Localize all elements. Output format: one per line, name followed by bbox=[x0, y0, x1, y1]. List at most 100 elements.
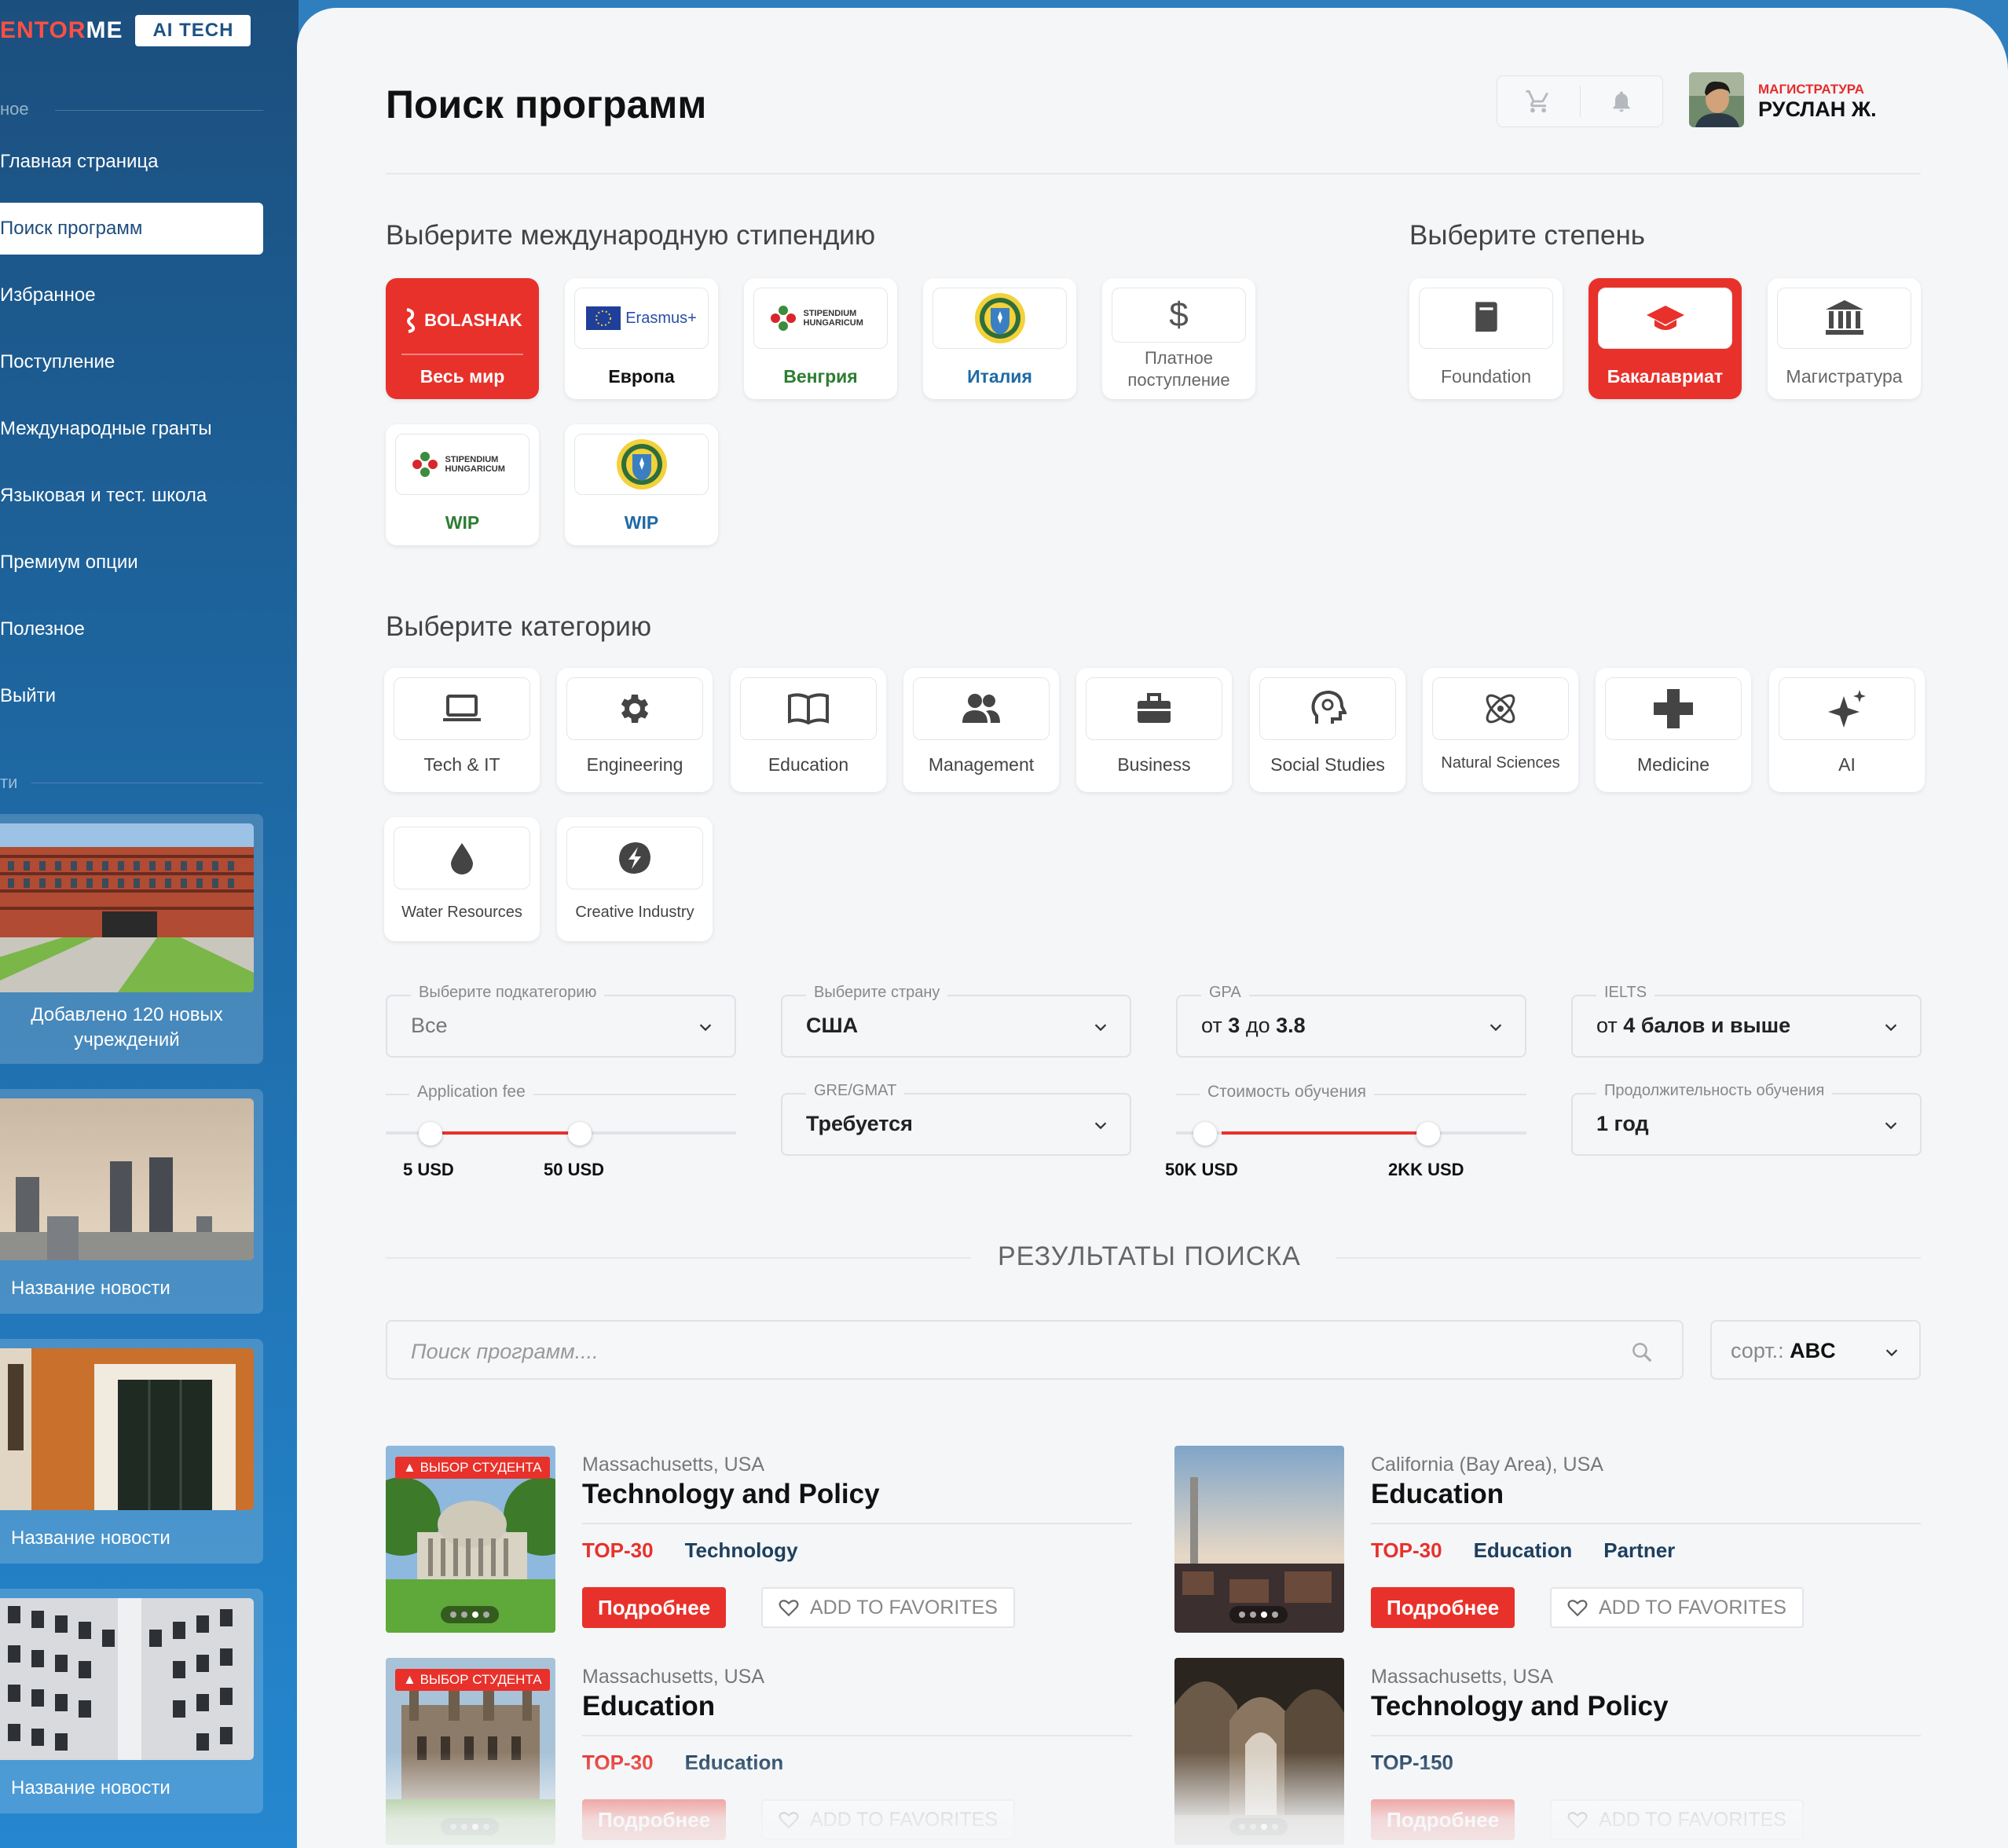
gpa-to-label: до bbox=[1240, 1014, 1277, 1037]
news-image bbox=[0, 1598, 254, 1760]
program-search-input[interactable] bbox=[411, 1336, 1589, 1367]
scholarship-wip-italy[interactable]: WIP bbox=[565, 424, 718, 545]
add-to-favorites-button[interactable]: ADD TO FAVORITES bbox=[761, 1587, 1015, 1628]
scholarship-wip-hungaricum[interactable]: STIPENDIUM HUNGARICUM WIP bbox=[386, 424, 539, 545]
scholarship-paid[interactable]: $ Платное поступление bbox=[1102, 278, 1255, 399]
user-name[interactable]: РУСЛАН Ж. bbox=[1758, 97, 1877, 122]
category-social-studies[interactable]: Social Studies bbox=[1250, 668, 1405, 792]
carousel-dots[interactable] bbox=[1229, 1606, 1288, 1623]
gpa-from-label: от bbox=[1201, 1014, 1229, 1037]
degree-bachelor[interactable]: Бакалавриат bbox=[1588, 278, 1742, 399]
degree-icon-box bbox=[1777, 288, 1911, 349]
sidebar-item-admission[interactable]: Поступление bbox=[0, 336, 263, 388]
range-thumb-max[interactable] bbox=[1416, 1122, 1440, 1146]
favorites-label: ADD TO FAVORITES bbox=[1599, 1597, 1786, 1619]
sidebar-item-grants[interactable]: Международные гранты bbox=[0, 403, 263, 455]
sidebar-item-logout[interactable]: Выйти bbox=[0, 670, 263, 722]
sidebar: ENTORME AI TECH ное Главная страница Пои… bbox=[0, 0, 299, 1848]
category-tech-it[interactable]: Tech & IT bbox=[384, 668, 540, 792]
gre-legend: GRE/GMAT bbox=[806, 1082, 905, 1100]
range-thumb-min[interactable] bbox=[419, 1122, 442, 1146]
scholarship-hungaricum[interactable]: STIPENDIUM HUNGARICUM Венгрия bbox=[744, 278, 897, 399]
add-to-favorites-button[interactable]: ADD TO FAVORITES bbox=[1550, 1587, 1804, 1628]
sort-prefix: сорт.: bbox=[1731, 1339, 1790, 1362]
ielts-score: 4 балов и выше bbox=[1623, 1014, 1791, 1037]
category-business[interactable]: Business bbox=[1076, 668, 1232, 792]
carousel-dots[interactable] bbox=[441, 1606, 499, 1623]
sidebar-item-useful[interactable]: Полезное bbox=[0, 603, 263, 655]
bolashak-logo-label: BOLASHAK bbox=[424, 310, 522, 330]
search-icon[interactable] bbox=[1630, 1340, 1654, 1364]
cart-button[interactable] bbox=[1497, 76, 1580, 126]
institution-icon bbox=[1825, 300, 1863, 335]
notifications-button[interactable] bbox=[1581, 76, 1663, 126]
sidebar-item-program-search[interactable]: Поиск программ bbox=[0, 203, 263, 255]
add-to-favorites-button[interactable]: ADD TO FAVORITES bbox=[1550, 1799, 1804, 1840]
result-image[interactable]: ▲ ВЫБОР СТУДЕНТА bbox=[386, 1446, 555, 1633]
news-card[interactable]: Название новости bbox=[0, 1339, 263, 1564]
news-card[interactable]: Название новости bbox=[0, 1089, 263, 1314]
degree-label: Бакалавриат bbox=[1607, 366, 1724, 387]
category-creative-industry[interactable]: Creative Industry bbox=[557, 817, 713, 941]
category-natural-sciences[interactable]: Natural Sciences bbox=[1423, 668, 1578, 792]
news-card[interactable]: Название новости bbox=[0, 1589, 263, 1813]
details-button[interactable]: Подробнее bbox=[582, 1799, 727, 1840]
range-thumb-max[interactable] bbox=[568, 1122, 592, 1146]
carousel-dots[interactable] bbox=[441, 1818, 499, 1835]
sidebar-item-favorites[interactable]: Избранное bbox=[0, 270, 263, 321]
category-engineering[interactable]: Engineering bbox=[557, 668, 713, 792]
category-ai[interactable]: AI bbox=[1769, 668, 1925, 792]
category-icon-box bbox=[1605, 677, 1742, 740]
category-medicine[interactable]: Medicine bbox=[1596, 668, 1751, 792]
book-icon bbox=[1475, 302, 1497, 332]
sidebar-item-language-school[interactable]: Языковая и тест. школа bbox=[0, 470, 263, 522]
app-fee-max-label: 50 USD bbox=[544, 1160, 605, 1179]
result-title[interactable]: Technology and Policy bbox=[1371, 1691, 1669, 1722]
scholarship-label: Венгрия bbox=[783, 366, 858, 387]
sidebar-item-home[interactable]: Главная страница bbox=[0, 136, 263, 188]
degree-foundation[interactable]: Foundation bbox=[1409, 278, 1563, 399]
news-card[interactable]: Добавлено 120 новых учреждений bbox=[0, 814, 263, 1064]
scholarship-erasmus[interactable]: Erasmus+ Европа bbox=[565, 278, 718, 399]
result-card: California (Bay Area), USA Education TOP… bbox=[1174, 1446, 1921, 1634]
hungaricum-logo-label: STIPENDIUM HUNGARICUM bbox=[803, 309, 863, 328]
sort-select[interactable]: сорт.: ABC bbox=[1710, 1320, 1921, 1380]
details-button[interactable]: Подробнее bbox=[1371, 1587, 1515, 1628]
result-tag: Education bbox=[1473, 1538, 1573, 1562]
scholarship-label: WIP bbox=[624, 512, 659, 533]
scholarship-bolashak[interactable]: BOLASHAK Весь мир bbox=[386, 278, 539, 399]
avatar[interactable] bbox=[1689, 72, 1744, 127]
app-fee-legend: Application fee bbox=[409, 1083, 533, 1102]
result-card: Massachusetts, USA Technology and Policy… bbox=[1174, 1658, 1921, 1846]
details-button[interactable]: Подробнее bbox=[1371, 1799, 1515, 1840]
duration-select[interactable]: Продолжительность обучения 1 год bbox=[1571, 1082, 1922, 1156]
ielts-select[interactable]: IELTS от 4 балов и выше bbox=[1571, 984, 1922, 1058]
chevron-down-icon bbox=[1885, 1122, 1897, 1130]
result-title[interactable]: Education bbox=[582, 1691, 715, 1722]
sidebar-section-news: ти bbox=[0, 772, 18, 792]
sidebar-item-premium[interactable]: Премиум опции bbox=[0, 537, 263, 588]
gpa-select[interactable]: GPA от 3 до 3.8 bbox=[1176, 984, 1526, 1058]
degree-master[interactable]: Магистратура bbox=[1768, 278, 1921, 399]
category-education[interactable]: Education bbox=[731, 668, 886, 792]
result-location: Massachusetts, USA bbox=[1371, 1666, 1554, 1688]
gre-gmat-select[interactable]: GRE/GMAT Требуется bbox=[781, 1082, 1131, 1156]
logo[interactable]: ENTORME AI TECH bbox=[0, 14, 251, 47]
result-image[interactable]: ▲ ВЫБОР СТУДЕНТА bbox=[386, 1658, 555, 1845]
atom-icon bbox=[1486, 694, 1515, 724]
category-icon-box bbox=[1259, 677, 1396, 740]
add-to-favorites-button[interactable]: ADD TO FAVORITES bbox=[761, 1799, 1015, 1840]
range-thumb-min[interactable] bbox=[1193, 1122, 1217, 1146]
result-title[interactable]: Education bbox=[1371, 1479, 1504, 1510]
subcategory-select[interactable]: Выберите подкатегорию Все bbox=[386, 984, 736, 1058]
category-management[interactable]: Management bbox=[903, 668, 1059, 792]
scholarship-italy[interactable]: Италия bbox=[923, 278, 1076, 399]
result-image[interactable] bbox=[1174, 1446, 1344, 1633]
result-title[interactable]: Technology and Policy bbox=[582, 1479, 880, 1510]
result-image[interactable] bbox=[1174, 1658, 1344, 1845]
details-button[interactable]: Подробнее bbox=[582, 1587, 727, 1628]
country-select[interactable]: Выберите страну США bbox=[781, 984, 1131, 1058]
category-water-resources[interactable]: Water Resources bbox=[384, 817, 540, 941]
program-search-box bbox=[386, 1320, 1684, 1380]
carousel-dots[interactable] bbox=[1229, 1818, 1288, 1835]
